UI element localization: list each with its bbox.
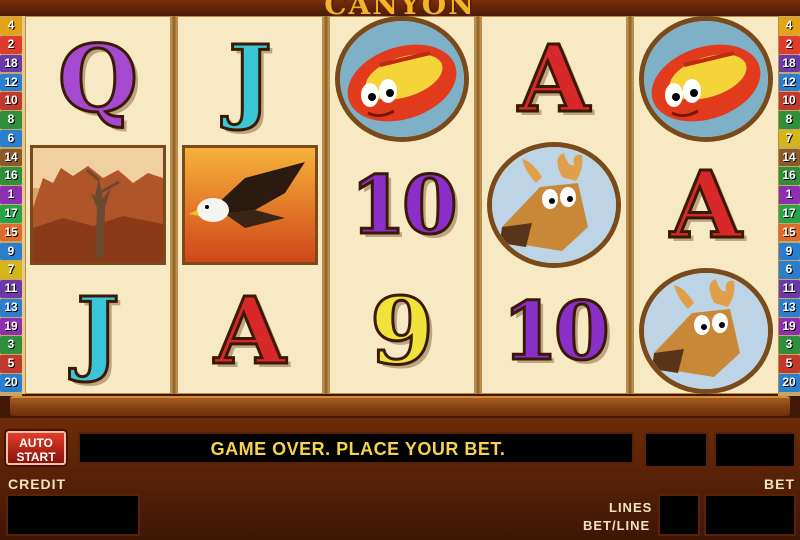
payline-indicator: 20: [0, 374, 22, 392]
eagle-symbol: [177, 142, 323, 268]
win-display: [644, 432, 708, 468]
eagle-icon: [182, 145, 318, 265]
payline-indicator: 1: [778, 186, 800, 204]
card-rank-text: A: [669, 151, 743, 259]
payline-indicator: 10: [0, 92, 22, 110]
message-panel: GAME OVER. PLACE YOUR BET.: [78, 432, 634, 464]
payline-indicator: 15: [778, 223, 800, 242]
symbol-card: J: [177, 16, 323, 142]
lines-label: LINES: [609, 500, 653, 515]
payline-indicator: 17: [778, 205, 800, 223]
payline-indicator: 9: [778, 242, 800, 261]
payline-indicator: 12: [0, 73, 22, 92]
payline-indicator: 12: [778, 73, 800, 92]
auto-start-button[interactable]: AUTO START: [6, 431, 66, 465]
payline-indicator: 18: [778, 54, 800, 73]
payline-indicator: 8: [0, 111, 22, 129]
payline-indicator: 20: [778, 374, 800, 392]
card-rank-text: 9: [368, 277, 435, 385]
payline-indicator: 13: [0, 298, 22, 317]
payline-indicator: 5: [778, 355, 800, 373]
bet-display: [704, 494, 796, 536]
moose-icon: [487, 142, 621, 268]
payline-indicator: 17: [0, 205, 22, 223]
payline-indicator: 11: [778, 280, 800, 298]
payline-indicator: 3: [0, 336, 22, 355]
status-message: GAME OVER. PLACE YOUR BET.: [210, 439, 506, 459]
payline-indicator: 4: [778, 17, 800, 35]
win-display-2: [714, 432, 796, 468]
payline-indicator: 16: [778, 167, 800, 186]
payline-indicator: 19: [0, 317, 22, 336]
symbol-card: 9: [329, 268, 475, 394]
payline-indicator: 14: [0, 148, 22, 167]
auto-start-label-line1: AUTO: [19, 436, 53, 450]
canyon-landscape-symbol: [25, 142, 171, 268]
reel-3: 10 9: [329, 16, 475, 394]
payline-indicator: 18: [0, 54, 22, 73]
card-rank-text: 10: [349, 158, 459, 252]
reel-5: A: [633, 16, 779, 394]
payline-indicator: 8: [778, 111, 800, 129]
payline-indicator: 9: [0, 242, 22, 261]
payline-indicator: 2: [0, 35, 22, 54]
slot-machine: CANYON 4 2 18 12 10 8 6 14 16 1 17 15 9 7 11 13 19 3 5 20 4…: [0, 0, 800, 540]
symbol-card: 10: [329, 142, 475, 268]
auto-start-label-line2: START: [16, 450, 56, 464]
payline-indicator: 15: [0, 223, 22, 242]
card-rank-text: J: [227, 25, 273, 133]
reel-frame-bottom: [10, 396, 790, 416]
payline-indicator: 5: [0, 355, 22, 373]
raft-symbol: [633, 16, 779, 142]
moose-symbol: [481, 142, 627, 268]
payline-indicator: 1: [0, 186, 22, 204]
symbol-card: 10: [481, 268, 627, 394]
payline-indicator: 13: [778, 298, 800, 317]
credit-display: [6, 494, 140, 536]
payline-indicator: 7: [0, 261, 22, 279]
payline-indicator: 6: [0, 129, 22, 148]
bet-label: BET: [764, 476, 795, 492]
reel-2: JA: [177, 16, 323, 394]
payline-indicator: 3: [778, 336, 800, 355]
moose-symbol: [633, 268, 779, 394]
symbol-card: A: [481, 16, 627, 142]
card-rank-text: 10: [501, 284, 611, 378]
moose-icon: [639, 268, 773, 394]
payline-indicator: 16: [0, 167, 22, 186]
payline-indicators-left: 4 2 18 12 10 8 6 14 16 1 17 15 9 7 11 13 19 3 5 20: [0, 16, 22, 396]
raft-icon: [335, 16, 469, 142]
payline-indicator: 10: [778, 92, 800, 110]
payline-indicator: 7: [778, 129, 800, 148]
symbol-card: Q: [25, 16, 171, 142]
lines-display: [658, 494, 700, 536]
raft-symbol: [329, 16, 475, 142]
reel-area: QJ JA 10 9 A 10 A: [22, 16, 779, 394]
card-rank-text: J: [75, 277, 121, 385]
card-rank-text: Q: [56, 25, 139, 133]
payline-indicators-right: 4 2 18 12 10 8 7 14 16 1 17 15 9 6 11 13 19 3 5 20: [778, 16, 800, 396]
payline-indicator: 6: [778, 261, 800, 279]
bet-per-line-label: BET/LINE: [583, 518, 651, 533]
symbol-card: J: [25, 268, 171, 394]
payline-indicator: 2: [778, 35, 800, 54]
card-rank-text: A: [213, 277, 287, 385]
credit-label: CREDIT: [8, 476, 67, 492]
reel-1: QJ: [25, 16, 171, 394]
raft-icon: [639, 16, 773, 142]
symbol-card: A: [177, 268, 323, 394]
payline-indicator: 4: [0, 17, 22, 35]
payline-indicator: 19: [778, 317, 800, 336]
card-rank-text: A: [517, 25, 591, 133]
payline-indicator: 14: [778, 148, 800, 167]
reel-4: A 10: [481, 16, 627, 394]
payline-indicator: 11: [0, 280, 22, 298]
canyon-landscape-icon: [30, 145, 166, 265]
symbol-card: A: [633, 142, 779, 268]
